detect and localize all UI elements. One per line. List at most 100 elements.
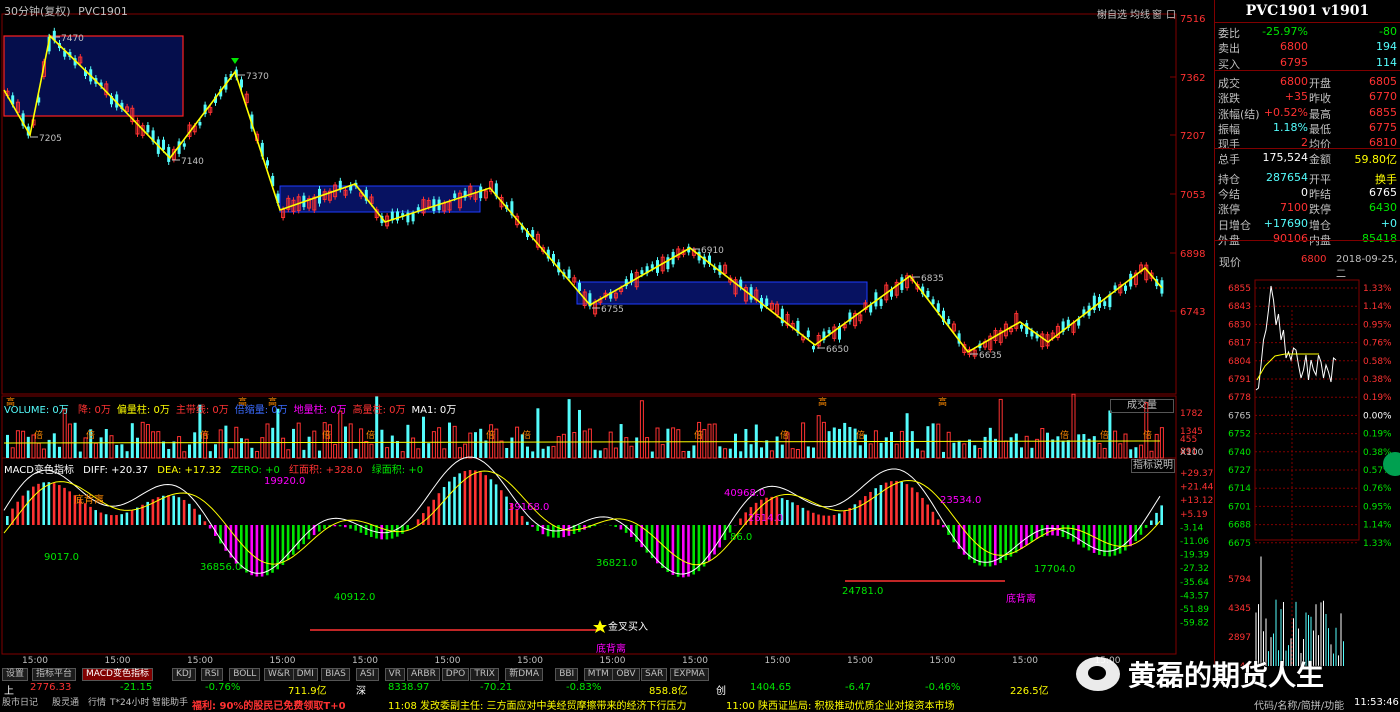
indicator-help-button[interactable]: 指标说明 <box>1131 459 1175 473</box>
volume-bar-up <box>962 443 967 459</box>
tab-rsi[interactable]: RSI <box>200 668 224 681</box>
volume-bar-down <box>988 427 992 458</box>
ma-button[interactable]: 均线 <box>1130 6 1150 21</box>
time-axis-label: 15:00 <box>765 656 791 666</box>
indicator-platform-tab[interactable]: 指标平台 <box>32 668 77 681</box>
tab-dmi[interactable]: DMI <box>292 668 318 681</box>
volume-bar-down <box>250 447 254 458</box>
chart-canvas[interactable]: 7516 7362 7207 7053 6898 6743 7470 7370 7205 7140… <box>0 0 1214 666</box>
tab-boll[interactable]: BOLL <box>229 668 261 681</box>
news-24h-button[interactable]: T*24小时 <box>110 697 149 710</box>
volume-bar-up <box>244 438 249 459</box>
tab-expma[interactable]: EXPMA <box>669 668 709 681</box>
tab-w&r[interactable]: W&R <box>264 668 295 681</box>
volume-bar-down <box>26 436 30 458</box>
macd-axis-label: +21.44 <box>1180 483 1214 493</box>
stock-link-button[interactable]: 股灵通 <box>52 697 79 710</box>
close-window-button[interactable]: 口 <box>1166 6 1176 21</box>
tab-sar[interactable]: SAR <box>641 668 668 681</box>
candle-body-down <box>453 193 457 199</box>
tab-kdj[interactable]: KDJ <box>172 668 196 681</box>
intraday-right-label: 0.95% <box>1363 320 1392 330</box>
ticker-news-1[interactable]: 福利: 90%的股民已免费领取T+0 <box>192 697 346 712</box>
time-axis-label: 15:00 <box>600 656 626 666</box>
ticker-news-3[interactable]: 11:00 陕西证监局: 积极推动优质企业对接资本市场 <box>726 697 955 712</box>
pivot-label: 6835 <box>921 274 944 284</box>
volume-legend-item: 偏量柱: 0万 <box>116 405 170 416</box>
volume-bar-up <box>499 440 504 459</box>
volume-double-mark: 倍 <box>200 429 209 441</box>
macd-histogram-bar <box>130 510 134 525</box>
macd-value-label: 40968.0 <box>724 488 765 499</box>
macd-green-area: 绿面积: +0 <box>371 465 424 476</box>
stock-diary-button[interactable]: 股市日记 <box>2 697 38 710</box>
tab-bbi[interactable]: BBI <box>555 668 579 681</box>
tab-asi[interactable]: ASI <box>356 668 379 681</box>
macd-histogram-bar <box>1144 525 1148 528</box>
tab-dpo[interactable]: DPO <box>441 668 470 681</box>
quote-button[interactable]: 行情 <box>88 697 106 710</box>
volume-bar-down <box>619 424 623 458</box>
macd-histogram-bar <box>468 470 472 525</box>
time-axis-label: 15:00 <box>1012 656 1038 666</box>
volume-bar-down <box>136 437 139 458</box>
volume-bar-down <box>926 426 930 458</box>
tab-新dma[interactable]: 新DMA <box>505 668 544 681</box>
code-search-input[interactable]: 代码/名称/简拼/功能 <box>1254 697 1344 712</box>
kline-chart-area[interactable]: 7516 7362 7207 7053 6898 6743 7470 7370 7205 7140… <box>0 0 1215 666</box>
macd-dea: DEA: +17.32 <box>157 465 222 476</box>
volume-bar-down <box>968 439 971 458</box>
macd-histogram-bar <box>479 472 482 525</box>
volume-bar-up <box>1113 430 1118 459</box>
tab-trix[interactable]: TRIX <box>470 668 499 681</box>
macd-histogram-bar <box>1118 525 1122 554</box>
tab-mtm[interactable]: MTM <box>583 668 613 681</box>
golden-cross-star-icon <box>593 620 607 633</box>
volume-bar-down <box>6 434 9 458</box>
intraday-chart[interactable]: 6855 1.33% 6843 1.14% 6830 0.95% 6817 0.76% 6804… <box>1215 270 1400 666</box>
macd-histogram-bar <box>6 516 9 525</box>
watchlist-button[interactable]: 榭自选 <box>1097 6 1127 21</box>
macd-value-label: 19920.0 <box>264 476 305 487</box>
clock: 11:53:46 <box>1354 697 1399 708</box>
macd-histogram-bar <box>890 481 893 525</box>
tab-arbr[interactable]: ARBR <box>407 668 440 681</box>
volume-bar-up <box>873 430 878 459</box>
window-button[interactable]: 窗 <box>1152 6 1162 21</box>
macd-axis-label: -27.32 <box>1180 564 1209 574</box>
volume-double-mark: 倍 <box>486 429 495 441</box>
tab-macd变色指标[interactable]: MACD变色指标 <box>82 668 153 681</box>
volume-axis-label: X100 <box>1180 448 1204 458</box>
volume-bar-up <box>1071 393 1076 459</box>
macd-histogram-bar <box>827 515 831 525</box>
volume-bar-up <box>255 450 260 459</box>
volume-bar-down <box>1030 447 1034 458</box>
macd-histogram-bar <box>1025 525 1028 546</box>
volume-bar-down <box>890 431 893 458</box>
consolidation-box-1 <box>3 35 184 117</box>
volume-double-mark: 倍 <box>1100 429 1109 441</box>
macd-histogram-bar <box>416 519 420 525</box>
ticker-news-2[interactable]: 11:08 发改委副主任: 三方面应对中美经贸摩擦带来的经济下行压力 <box>388 697 687 712</box>
smart-assistant-button[interactable]: 智能助手 <box>152 697 188 710</box>
macd-histogram-bar <box>323 525 326 529</box>
candle-body-down <box>812 346 815 350</box>
watermark: 黄磊的期货人生 <box>1076 654 1324 694</box>
tab-vr[interactable]: VR <box>384 668 406 681</box>
tab-bias[interactable]: BIAS <box>321 668 350 681</box>
tab-obv[interactable]: OBV <box>612 668 640 681</box>
volume-bar-down <box>838 428 841 458</box>
volume-select-button[interactable]: 成交量 <box>1110 399 1174 413</box>
pivot-label: 6635 <box>979 351 1002 361</box>
quote-panel: PVC1901 v1901 委比 -25.97% -80 卖出 6800 194 买入 679… <box>1215 0 1400 666</box>
macd-histogram-bar <box>37 483 40 525</box>
quote-value-2: 6805 <box>1369 74 1397 88</box>
volume-bar-up <box>977 448 982 459</box>
macd-histogram-bar <box>276 525 279 570</box>
price-axis-label: 7362 <box>1180 73 1205 84</box>
volume-bar-down <box>526 446 529 458</box>
quote-value: 6800 <box>1280 40 1308 54</box>
settings-tab[interactable]: 设置 <box>2 668 29 681</box>
intraday-left-label: 6804 <box>1228 357 1251 367</box>
macd-histogram-bar <box>47 482 51 525</box>
